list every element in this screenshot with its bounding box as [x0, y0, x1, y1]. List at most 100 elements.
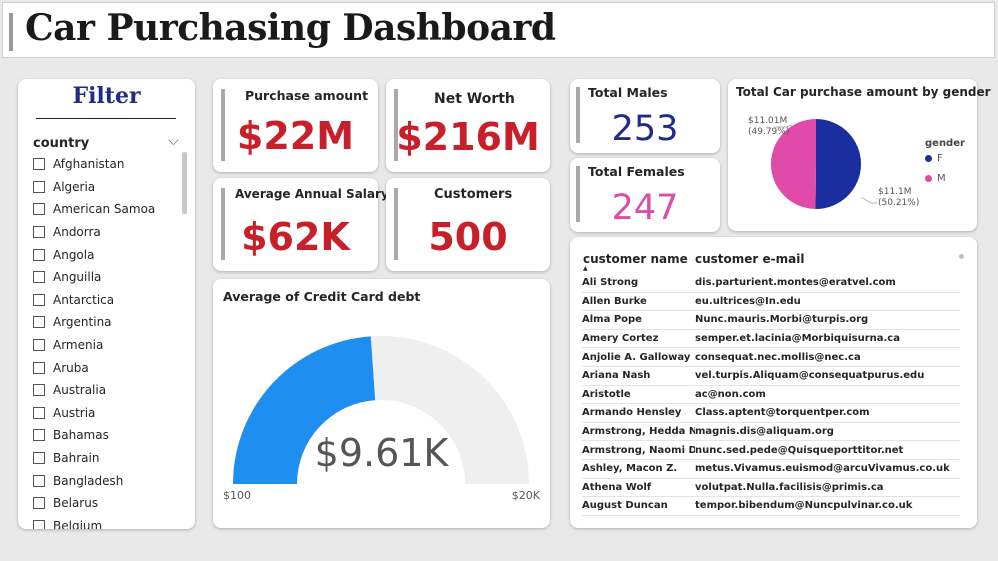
pie-slice-f[interactable]	[815, 119, 861, 209]
cell-customer-email: volutpat.Nulla.facilisis@primis.ca	[695, 481, 884, 493]
pie-value-f: $11.1M	[878, 187, 912, 197]
table-row[interactable]: August Duncan tempor.bibendum@Nuncpulvina…	[582, 497, 960, 516]
slicer-item[interactable]: Belarus	[33, 492, 193, 515]
table-row[interactable]: Armstrong, Hedda N. magnis.dis@aliquam.or…	[582, 423, 960, 442]
total-males-label: Total Males	[588, 85, 668, 100]
slicer-item[interactable]: Aruba	[33, 356, 193, 379]
checkbox[interactable]	[33, 271, 45, 284]
slicer-item[interactable]: Bahrain	[33, 447, 193, 470]
credit-card-debt-gauge: Average of Credit Card debt $9.61K $100 …	[213, 279, 550, 528]
kpi-value: $62K	[241, 215, 350, 259]
table-row[interactable]: Ariana Nash vel.turpis.Aliquam@consequatp…	[582, 367, 960, 386]
checkbox[interactable]	[33, 158, 45, 171]
slicer-item[interactable]: Armenia	[33, 334, 193, 357]
checkbox[interactable]	[33, 406, 45, 419]
header-accent-bar	[9, 13, 13, 51]
checkbox[interactable]	[33, 474, 45, 487]
table-row[interactable]: Ali Strong dis.parturient.montes@eratvel.…	[582, 274, 960, 293]
slicer-item-label: Algeria	[53, 179, 96, 194]
slicer-item[interactable]: Bangladesh	[33, 469, 193, 492]
slicer-item[interactable]: Andorra	[33, 221, 193, 244]
checkbox[interactable]	[33, 361, 45, 374]
gauge-value: $9.61K	[314, 431, 449, 475]
cell-customer-email: tempor.bibendum@Nuncpulvinar.co.uk	[695, 500, 913, 512]
filter-panel: Filter country ⌵ Afghanistan Algeria Ameri…	[18, 79, 195, 529]
page-title: Car Purchasing Dashboard	[25, 7, 556, 49]
legend-dot-m	[925, 175, 932, 182]
kpi-label: Customers	[434, 187, 513, 202]
slicer-item[interactable]: Algeria	[33, 176, 193, 199]
column-header-email[interactable]: customer e-mail	[695, 252, 804, 266]
table-row[interactable]: Anjolie A. Galloway consequat.nec.mollis@…	[582, 348, 960, 367]
cell-customer-name: Ariana Nash	[582, 370, 651, 382]
slicer-item[interactable]: Antarctica	[33, 289, 193, 312]
slicer-item[interactable]: Angola	[33, 243, 193, 266]
slicer-item[interactable]: Anguilla	[33, 266, 193, 289]
cell-customer-name: Armstrong, Naomi D.	[582, 444, 695, 456]
table-body: Ali Strong dis.parturient.montes@eratvel.…	[582, 274, 960, 516]
checkbox[interactable]	[33, 339, 45, 352]
checkbox[interactable]	[33, 519, 45, 529]
table-row[interactable]: Aristotle ac@non.com	[582, 386, 960, 405]
slicer-header-country[interactable]: country	[33, 136, 89, 151]
kpi-label: Average Annual Salary	[235, 187, 389, 201]
table-row[interactable]: Amery Cortez semper.et.lacinia@Morbiquisu…	[582, 330, 960, 349]
table-row[interactable]: Armando Hensley Class.aptent@torquentper.…	[582, 404, 960, 423]
checkbox[interactable]	[33, 429, 45, 442]
slicer-item-label: Armenia	[53, 338, 104, 353]
kpi-label: Purchase amount	[245, 88, 369, 103]
gauge-svg	[233, 336, 529, 484]
table-row[interactable]: Athena Wolf volutpat.Nulla.facilisis@prim…	[582, 479, 960, 498]
table-scroll-indicator[interactable]	[959, 254, 964, 259]
checkbox[interactable]	[33, 316, 45, 329]
checkbox[interactable]	[33, 203, 45, 216]
total-females-card: Total Females 247	[570, 158, 720, 232]
legend-label-f: F	[937, 153, 943, 164]
slicer-item-label: American Samoa	[53, 202, 156, 217]
slicer-item[interactable]: American Samoa	[33, 198, 193, 221]
legend-title: gender	[925, 138, 965, 149]
kpi-net-worth: Net Worth $216M	[386, 79, 550, 172]
checkbox[interactable]	[33, 180, 45, 193]
checkbox[interactable]	[33, 384, 45, 397]
table-row[interactable]: Allen Burke eu.ultrices@In.edu	[582, 293, 960, 312]
column-header-name[interactable]: customer name	[583, 252, 688, 266]
kpi-average-salary: Average Annual Salary $62K	[213, 178, 389, 271]
table-row[interactable]: Armstrong, Naomi D. nunc.sed.pede@Quisque…	[582, 441, 960, 460]
pie-label-f: $11.1M (50.21%)	[878, 187, 919, 209]
slicer-item-label: Austria	[53, 405, 96, 420]
legend-item-f[interactable]: F	[925, 153, 943, 164]
checkbox[interactable]	[33, 248, 45, 261]
legend-label-m: M	[937, 173, 946, 184]
checkbox[interactable]	[33, 452, 45, 465]
kpi-purchase-amount: Purchase amount $22M	[213, 79, 378, 172]
slicer-item-label: Andorra	[53, 225, 101, 240]
gauge-max-label: $20K	[511, 489, 540, 502]
slicer-item-label: Belgium	[53, 518, 103, 529]
kpi-value: 500	[428, 215, 508, 259]
checkbox[interactable]	[33, 497, 45, 510]
leader-line-f	[860, 196, 877, 204]
cell-customer-email: ac@non.com	[695, 388, 766, 400]
cell-customer-name: Amery Cortez	[582, 333, 659, 345]
chevron-down-icon[interactable]: ⌵	[168, 133, 179, 149]
sort-ascending-icon[interactable]: ▲	[583, 265, 588, 272]
cell-customer-email: Nunc.mauris.Morbi@turpis.org	[695, 314, 869, 326]
checkbox[interactable]	[33, 293, 45, 306]
checkbox[interactable]	[33, 226, 45, 239]
slicer-item[interactable]: Australia	[33, 379, 193, 402]
slicer-item-label: Australia	[53, 383, 107, 398]
pie-label-m: $11.01M (49.79%)	[748, 116, 789, 138]
slicer-item-label: Argentina	[53, 315, 112, 330]
slicer-scrollbar[interactable]	[182, 152, 187, 214]
slicer-item[interactable]: Belgium	[33, 515, 193, 529]
table-row[interactable]: Alma Pope Nunc.mauris.Morbi@turpis.org	[582, 311, 960, 330]
slicer-item[interactable]: Bahamas	[33, 424, 193, 447]
legend-item-m[interactable]: M	[925, 173, 946, 184]
slicer-item[interactable]: Argentina	[33, 311, 193, 334]
slicer-item[interactable]: Austria	[33, 402, 193, 425]
table-row[interactable]: Ashley, Macon Z. metus.Vivamus.euismod@ar…	[582, 460, 960, 479]
slicer-item[interactable]: Afghanistan	[33, 153, 193, 176]
cell-customer-name: Anjolie A. Galloway	[582, 351, 691, 363]
cell-customer-name: Ali Strong	[582, 277, 639, 289]
